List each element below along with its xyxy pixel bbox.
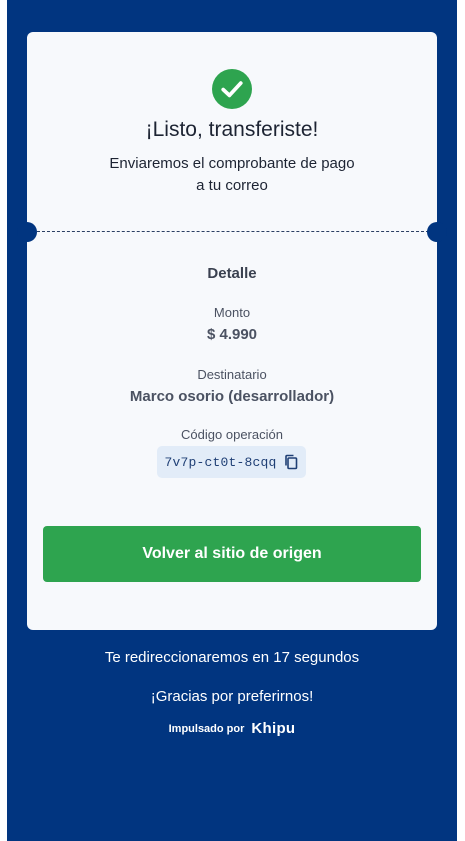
success-title: ¡Listo, transferiste!: [145, 118, 319, 141]
detail-heading: Detalle: [207, 265, 257, 282]
dashed-divider: [37, 231, 429, 232]
operation-code-copy-chip[interactable]: 7v7p-ct0t-8cqq: [157, 446, 306, 478]
powered-by-label: Impulsado por: [168, 722, 245, 735]
receipt-card: ¡Listo, transferiste! Enviaremos el comp…: [17, 32, 447, 630]
powered-by: Impulsado por Khipu: [7, 720, 457, 737]
redirect-countdown-text: Te redireccionaremos en 17 segundos: [104, 649, 360, 666]
operation-code-label: Código operación: [181, 427, 283, 442]
subtitle-line-1: Enviaremos el comprobante de pago: [109, 155, 355, 172]
recipient-label: Destinatario: [197, 367, 267, 382]
thanks-text: ¡Gracias por preferirnos!: [150, 688, 314, 705]
subtitle-line-2: a tu correo: [196, 177, 268, 194]
copy-icon[interactable]: [283, 454, 299, 470]
page-background: ¡Listo, transferiste! Enviaremos el comp…: [7, 0, 457, 841]
khipu-logo: Khipu: [251, 720, 296, 737]
recipient-value: Marco osorio (desarrollador): [129, 388, 335, 405]
amount-label: Monto: [213, 305, 251, 320]
ticket-notch-right: [427, 222, 447, 242]
return-to-origin-button[interactable]: Volver al sitio de origen: [43, 526, 421, 582]
success-subtitle: Enviaremos el comprobante de pago a tu c…: [27, 153, 437, 197]
operation-code: 7v7p-ct0t-8cqq: [164, 454, 277, 470]
ticket-notch-left: [17, 222, 37, 242]
success-check-icon: [212, 69, 252, 109]
amount-value: $ 4.990: [206, 326, 258, 343]
